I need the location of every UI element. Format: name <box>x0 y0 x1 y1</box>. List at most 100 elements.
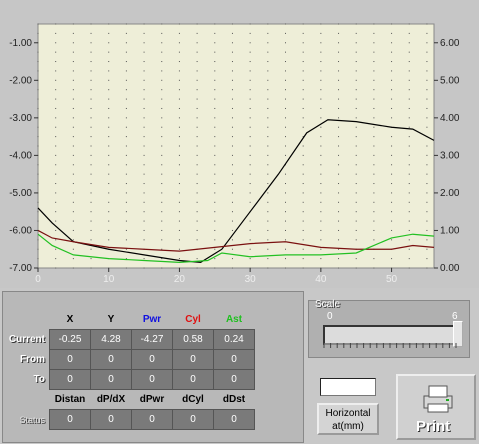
grid-dot <box>408 183 410 185</box>
grid-dot <box>338 61 340 63</box>
grid-dot <box>373 126 375 128</box>
grid-dot <box>391 211 393 213</box>
grid-dot <box>267 117 269 119</box>
print-button[interactable]: Print <box>396 374 476 440</box>
grid-dot <box>55 173 57 175</box>
grid-dot <box>108 51 110 53</box>
x-tick-label: 40 <box>315 274 327 285</box>
grid-dot <box>285 61 286 63</box>
grid-dot <box>285 267 286 269</box>
grid-dot <box>408 173 410 175</box>
grid-dot <box>143 107 145 109</box>
grid-dot <box>37 98 39 100</box>
cell-current-x: -0.25 <box>49 329 91 350</box>
col-header-cyl: Cyl <box>185 314 201 325</box>
grid-dot <box>285 51 286 53</box>
grid-dot <box>143 258 145 260</box>
grid-dot <box>355 117 357 119</box>
grid-dot <box>143 173 145 175</box>
grid-dot <box>426 117 428 119</box>
grid-dot <box>196 211 198 213</box>
grid-dot <box>196 192 198 194</box>
grid-dot <box>161 239 163 241</box>
grid-dot <box>249 89 251 91</box>
grid-dot <box>214 61 216 63</box>
grid-dot <box>90 239 92 241</box>
grid-dot <box>267 239 269 241</box>
grid-row-status: Status 0 0 0 0 0 <box>3 409 255 430</box>
grid-dot <box>408 258 410 260</box>
grid-dot <box>408 164 410 166</box>
grid-dot <box>108 126 110 128</box>
grid-dot <box>72 201 74 203</box>
grid-dot <box>355 201 357 203</box>
grid-dot <box>338 98 340 100</box>
y-right-tick-label: 1.00 <box>440 225 460 236</box>
grid-dot <box>125 126 127 128</box>
grid-dot <box>196 79 198 81</box>
col-header-dcyl: dCyl <box>182 394 204 405</box>
grid-dot <box>338 107 340 109</box>
profile-chart: -1.00 -2.00 -3.00 -4.00 -5.00 -6.00 -7.00 6.00 5… <box>0 0 479 288</box>
grid-dot <box>55 117 57 119</box>
grid-dot <box>143 229 145 231</box>
grid-dot <box>249 145 251 147</box>
x-tick-label: 10 <box>103 274 115 285</box>
grid-dot <box>285 79 286 81</box>
scale-slider-track[interactable] <box>323 325 459 345</box>
grid-dot <box>285 211 286 213</box>
grid-dot <box>196 51 198 53</box>
grid-dot <box>426 107 428 109</box>
grid-dot <box>320 51 322 53</box>
horizontal-value-field[interactable] <box>320 378 376 396</box>
grid-dot <box>214 32 216 34</box>
grid-dot <box>214 211 216 213</box>
grid-dot <box>373 258 375 260</box>
grid-dot <box>90 248 92 250</box>
grid-dot <box>320 248 322 250</box>
grid-dot <box>249 70 251 72</box>
row-label-to: To <box>33 374 45 385</box>
grid-dot <box>231 211 233 213</box>
grid-dot <box>108 183 110 185</box>
grid-dot <box>373 42 375 44</box>
grid-dot <box>72 32 74 34</box>
grid-dot <box>408 107 410 109</box>
grid-dot <box>90 201 92 203</box>
grid-dot <box>55 239 57 241</box>
grid-dot <box>161 23 163 25</box>
grid-dot <box>125 70 127 72</box>
grid-dot <box>214 248 216 250</box>
grid-dot <box>72 164 74 166</box>
grid-dot <box>320 89 322 91</box>
grid-dot <box>161 201 163 203</box>
grid-dot <box>426 267 428 269</box>
grid-dot <box>391 145 393 147</box>
grid-dot <box>196 220 198 222</box>
grid-dot <box>408 117 410 119</box>
grid-dot <box>391 220 393 222</box>
grid-dot <box>178 107 180 109</box>
horizontal-button-line1: Horizontal <box>325 408 371 419</box>
grid-dot <box>231 136 233 138</box>
grid-dot <box>338 79 340 81</box>
grid-dot <box>249 136 251 138</box>
grid-dot <box>143 239 145 241</box>
grid-dot <box>72 117 74 119</box>
grid-dot <box>320 145 322 147</box>
grid-dot <box>408 267 410 269</box>
cell-distan: 0 <box>49 409 91 430</box>
grid-dot <box>55 98 57 100</box>
grid-dot <box>72 51 74 53</box>
grid-dot <box>196 61 198 63</box>
grid-dot <box>302 201 304 203</box>
grid-dot <box>90 220 92 222</box>
grid-header-row: X Y Pwr Cyl Ast <box>3 310 255 330</box>
cell-to-pwr: 0 <box>131 369 173 390</box>
horizontal-button[interactable]: Horizontal at(mm) <box>317 403 379 435</box>
grid-dot <box>373 89 375 91</box>
grid-dot <box>90 183 92 185</box>
grid-dot <box>90 89 92 91</box>
grid-dot <box>90 98 92 100</box>
grid-dot <box>214 98 216 100</box>
